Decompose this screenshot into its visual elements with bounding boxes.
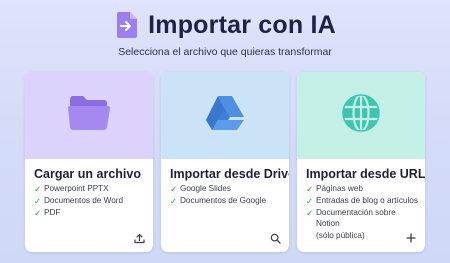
card-media xyxy=(297,72,425,159)
page-subtitle: Selecciona el archivo que quieras transf… xyxy=(118,46,332,58)
list-item: ✓ Entradas de blog o artículos xyxy=(306,196,418,206)
check-icon: ✓ xyxy=(306,196,314,206)
check-icon: ✓ xyxy=(34,208,42,218)
import-url-card[interactable]: Importar desde URL ✓ Páginas web ✓ Entrada… xyxy=(297,72,425,252)
list-item: ✓ Documentación sobre Notion xyxy=(306,208,396,228)
list-item: ✓ Documentos de Word xyxy=(34,196,124,206)
list-item: ✓ PDF xyxy=(34,208,61,218)
search-icon[interactable] xyxy=(268,231,282,245)
check-icon: ✓ xyxy=(34,196,42,206)
check-icon: ✓ xyxy=(306,208,314,218)
card-media xyxy=(161,72,289,159)
card-title: Importar desde URL xyxy=(306,167,425,181)
list-item: ✓ Google Slides xyxy=(170,184,231,194)
list-item: ✓ Powerpoint PPTX xyxy=(34,184,109,194)
card-title: Cargar un archivo xyxy=(34,167,141,181)
upload-icon[interactable] xyxy=(132,231,146,245)
upload-file-card[interactable]: Cargar un archivo ✓ Powerpoint PPTX ✓ Docu… xyxy=(25,72,153,252)
card-media xyxy=(25,72,153,159)
check-icon: ✓ xyxy=(306,184,314,194)
google-drive-icon xyxy=(204,94,246,137)
page-title: Importar con IA xyxy=(148,10,336,39)
folder-icon xyxy=(67,95,111,136)
feature-list: ✓ Google Slides ✓ Documentos de Google xyxy=(170,184,285,208)
check-icon: ✓ xyxy=(34,184,42,194)
card-title: Importar desde Drive xyxy=(170,167,289,181)
check-icon: ✓ xyxy=(170,196,178,206)
import-drive-card[interactable]: Importar desde Drive ✓ Google Slides ✓ Doc… xyxy=(161,72,289,252)
plus-icon[interactable] xyxy=(404,231,418,245)
list-item: ✓ Documentos de Google xyxy=(170,196,267,206)
import-document-icon xyxy=(114,10,140,40)
feature-list: ✓ Powerpoint PPTX ✓ Documentos de Word ✓ PD… xyxy=(34,184,149,220)
check-icon: ✓ xyxy=(170,184,178,194)
list-item: ✓ Páginas web xyxy=(306,184,363,194)
header: Importar con IA Selecciona el archivo qu… xyxy=(0,0,450,70)
globe-icon xyxy=(341,93,381,138)
title-row: Importar con IA xyxy=(0,10,450,40)
